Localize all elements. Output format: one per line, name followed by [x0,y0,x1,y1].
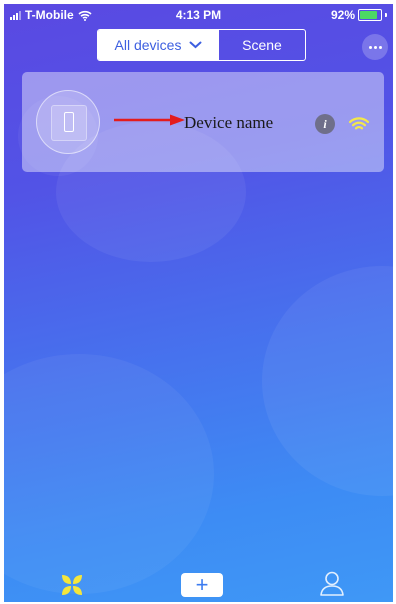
tab-scene-label: Scene [242,37,282,53]
background-blob [4,354,214,594]
battery-fill [360,11,377,19]
chevron-down-icon [189,41,202,49]
status-bar: T-Mobile 4:13 PM 92% [4,4,393,26]
battery-icon [358,9,382,21]
tab-user[interactable] [319,570,345,602]
battery-group: 92% [331,8,387,22]
user-icon [320,571,344,596]
home-clover-icon [62,575,82,595]
arrow-annotation [114,114,185,126]
add-device-button[interactable]: + [181,573,223,597]
wifi-icon [348,117,370,130]
battery-percent: 92% [330,8,355,22]
more-dot [378,45,382,49]
info-icon[interactable]: i [315,114,335,134]
tab-all-devices[interactable]: All devices [98,30,219,60]
more-dot [373,45,377,49]
device-name: Device name [184,113,274,132]
device-scene-switcher: All devices Scene [97,29,306,61]
tab-home[interactable] [60,573,84,602]
tab-scene[interactable]: Scene [219,30,305,60]
device-avatar [36,90,100,154]
device-card[interactable]: Device name i [22,72,384,172]
device-avatar-frame [51,105,87,141]
battery-tip [385,13,387,17]
tab-all-devices-label: All devices [114,37,182,53]
smartphone-icon [64,112,74,132]
more-button[interactable] [362,34,388,60]
background-blob [262,266,393,496]
app-screen: T-Mobile 4:13 PM 92% All devices Scene D… [4,4,393,602]
more-dots-icon [368,45,372,49]
